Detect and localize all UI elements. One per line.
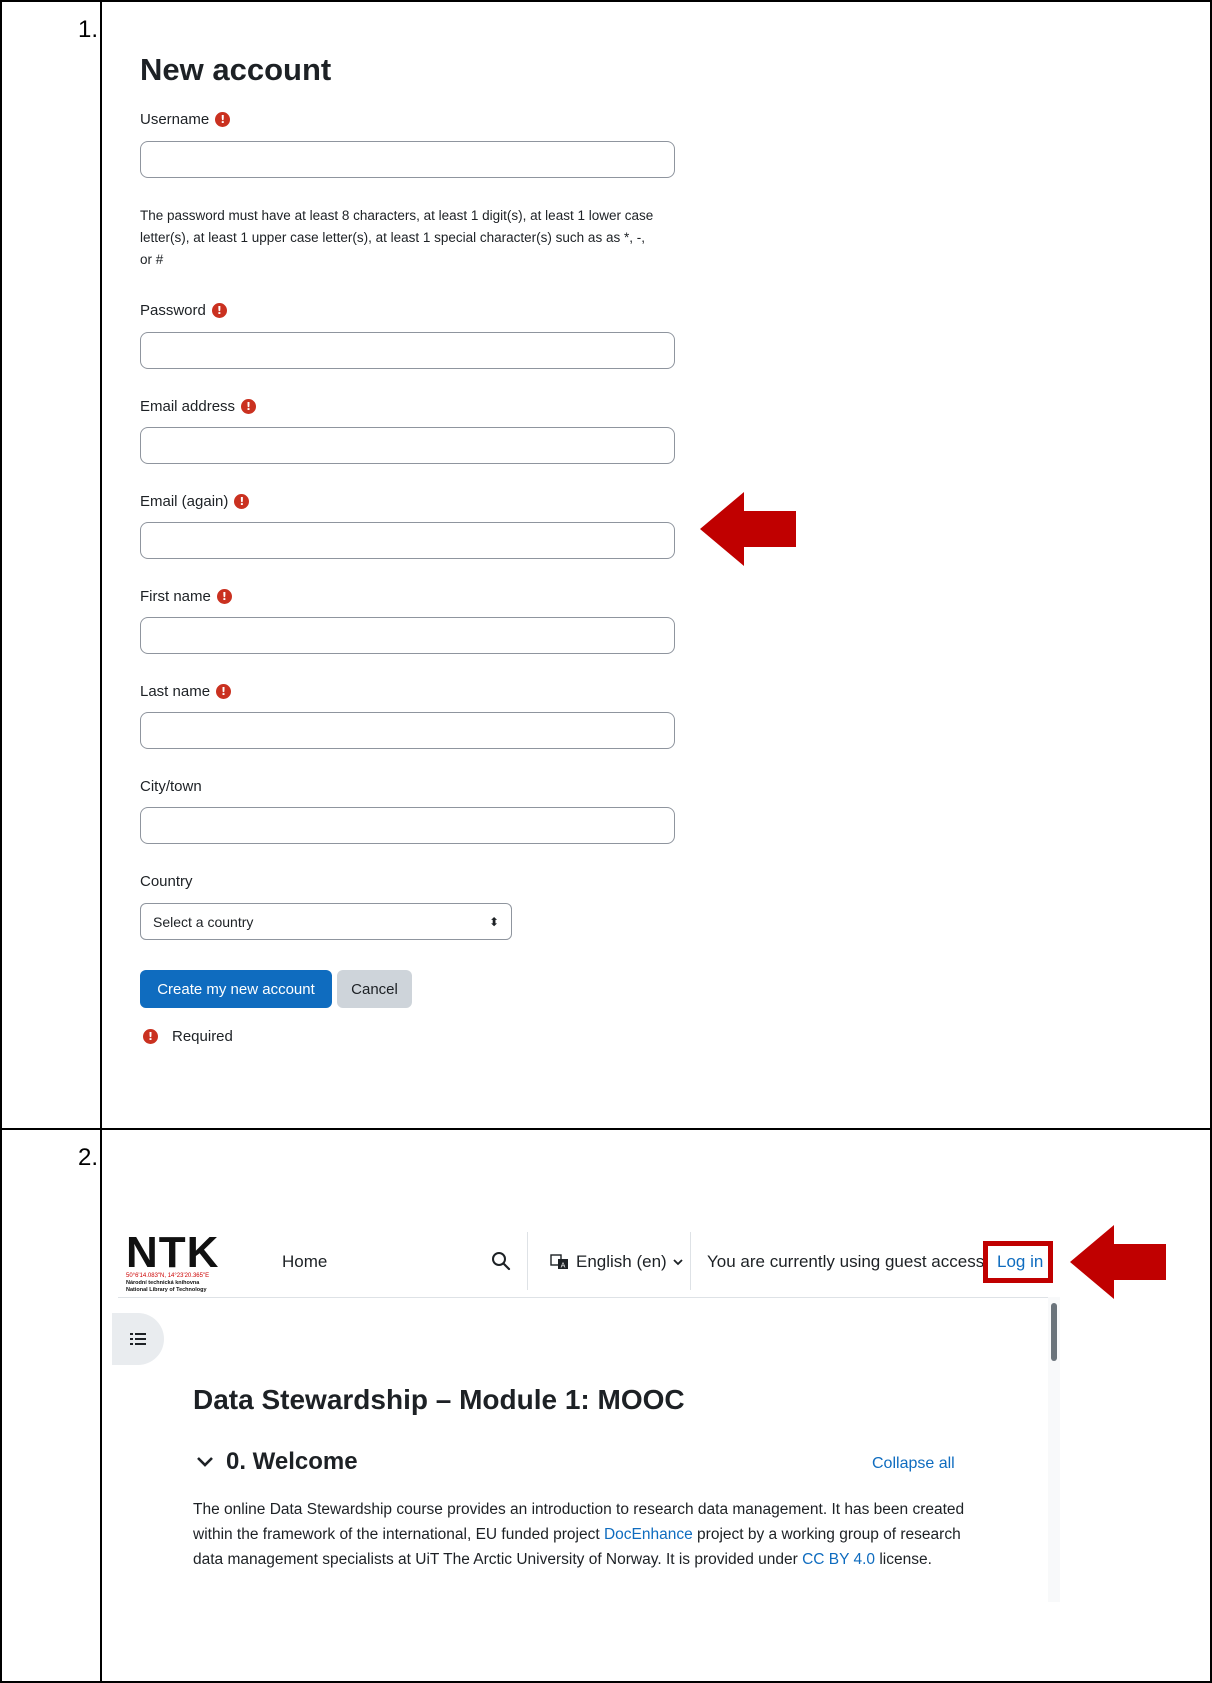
- last-name-label: Last name !: [140, 683, 232, 700]
- course-index-toggle-button[interactable]: [112, 1313, 164, 1365]
- email-again-input[interactable]: [140, 522, 675, 559]
- country-select-value: Select a country: [153, 913, 254, 930]
- form-title: New account: [140, 52, 332, 87]
- nav-home-link[interactable]: Home: [282, 1252, 327, 1272]
- chevron-down-icon[interactable]: [196, 1456, 214, 1468]
- red-arrow-left-icon: [1070, 1225, 1166, 1299]
- username-label-text: Username: [140, 111, 210, 128]
- required-legend: ! Required: [143, 1028, 233, 1045]
- docenhance-link[interactable]: DocEnhance: [604, 1526, 693, 1543]
- required-legend-text: Required: [172, 1028, 233, 1045]
- list-icon: [130, 1333, 146, 1345]
- chevron-down-icon: [673, 1259, 683, 1266]
- table-border-left: [0, 0, 2, 1683]
- city-input[interactable]: [140, 807, 675, 844]
- login-highlight-box: [983, 1241, 1053, 1283]
- email-label-text: Email address: [140, 398, 236, 415]
- required-icon: !: [216, 684, 232, 699]
- city-label-text: City/town: [140, 778, 202, 795]
- table-border-top: [0, 0, 1212, 2]
- country-select[interactable]: Select a country ⬍: [140, 903, 512, 940]
- guest-access-notice: You are currently using guest access: [707, 1252, 985, 1271]
- first-name-label: First name !: [140, 588, 232, 605]
- logo-subtitle-en: National Library of Technology: [126, 1286, 207, 1293]
- last-name-label-text: Last name: [140, 683, 211, 700]
- password-label: Password !: [140, 302, 227, 319]
- email-input[interactable]: [140, 427, 675, 464]
- required-icon: !: [143, 1029, 158, 1044]
- email-again-label: Email (again) !: [140, 493, 250, 510]
- select-updown-icon: ⬍: [488, 914, 499, 929]
- summary-text: license.: [875, 1551, 932, 1568]
- country-label: Country: [140, 873, 193, 890]
- country-label-text: Country: [140, 873, 193, 890]
- nav-divider: [527, 1232, 528, 1290]
- language-label: English (en): [576, 1252, 667, 1271]
- required-icon: !: [216, 589, 232, 604]
- scrollbar-thumb[interactable]: [1051, 1303, 1057, 1361]
- table-column-divider: [100, 0, 102, 1683]
- logo-coordinates: 50°6'14.083"N, 14°23'20.365"E: [126, 1273, 210, 1279]
- logo-text: NTK: [126, 1228, 220, 1277]
- first-name-label-text: First name: [140, 588, 211, 605]
- email-again-label-text: Email (again): [140, 493, 229, 510]
- password-input[interactable]: [140, 332, 675, 369]
- username-input[interactable]: [140, 141, 675, 178]
- section-header[interactable]: 0. Welcome: [196, 1448, 358, 1476]
- red-arrow-left-icon: [700, 492, 796, 566]
- ntk-logo[interactable]: NTK 50°6'14.083"N, 14°23'20.365"E Národn…: [126, 1228, 220, 1293]
- city-label: City/town: [140, 778, 202, 795]
- first-name-input[interactable]: [140, 617, 675, 654]
- table-row-divider: [0, 1128, 1212, 1130]
- required-icon: !: [215, 112, 231, 127]
- row-number-2: 2.: [78, 1144, 99, 1171]
- nav-divider: [690, 1232, 691, 1290]
- section-summary: The online Data Stewardship course provi…: [193, 1497, 973, 1572]
- required-icon: !: [211, 303, 227, 318]
- username-label: Username !: [140, 111, 231, 128]
- section-title-text: 0. Welcome: [226, 1448, 358, 1475]
- course-title: Data Stewardship – Module 1: MOOC: [193, 1384, 685, 1415]
- password-policy-text: The password must have at least 8 charac…: [140, 208, 654, 267]
- email-label: Email address !: [140, 398, 257, 415]
- cancel-button[interactable]: Cancel: [337, 970, 412, 1008]
- svg-text:A: A: [561, 1262, 566, 1270]
- language-menu[interactable]: A English (en): [550, 1252, 683, 1272]
- navbar-bottom-border: [118, 1297, 1056, 1298]
- required-icon: !: [241, 399, 257, 414]
- create-account-button[interactable]: Create my new account: [140, 970, 332, 1008]
- search-icon[interactable]: [490, 1250, 512, 1272]
- cc-by-license-link[interactable]: CC BY 4.0: [802, 1551, 875, 1568]
- language-icon: A: [550, 1254, 568, 1270]
- collapse-all-link[interactable]: Collapse all: [872, 1455, 955, 1473]
- password-label-text: Password: [140, 302, 206, 319]
- required-icon: !: [234, 494, 250, 509]
- row-number-1: 1.: [78, 16, 99, 43]
- last-name-input[interactable]: [140, 712, 675, 749]
